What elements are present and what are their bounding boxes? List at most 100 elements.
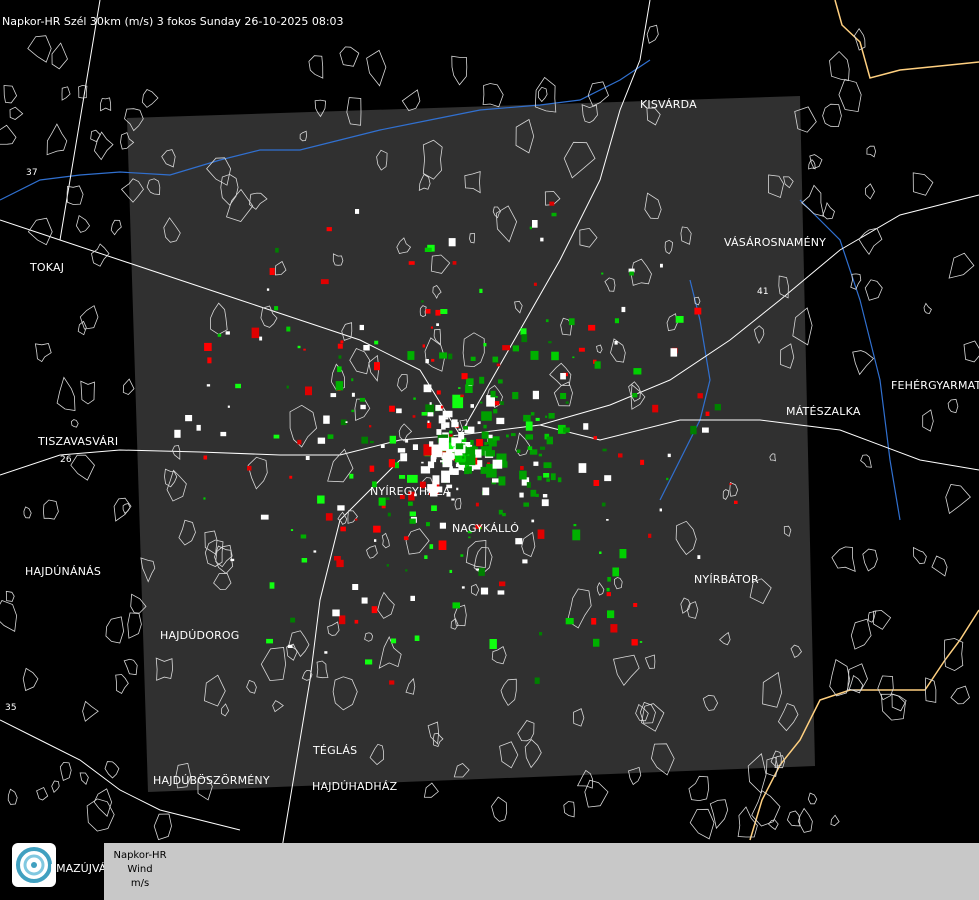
radar-echo [530,489,537,497]
radar-echo [421,300,424,303]
radar-echo [410,595,415,601]
radar-echo [340,340,344,344]
radar-echo [607,610,615,619]
radar-echo [690,425,697,435]
radar-echo [354,619,359,624]
radar-echo [436,323,439,326]
radar-echo [560,393,567,400]
radar-echo [359,397,366,402]
radar-echo [386,564,389,567]
legend-title-line3: m/s [130,878,150,889]
road-number-35: 35 [5,703,17,713]
radar-echo [499,581,506,587]
radar-echo [431,505,437,511]
radar-echo [480,587,489,595]
settlement-outline [34,343,52,363]
radar-echo [548,413,555,419]
settlement-outline [27,217,53,246]
radar-echo [543,462,552,469]
legend-title-line1: Napkor-HR [113,850,167,861]
radar-echo [563,427,570,433]
radar-echo [452,602,460,609]
radar-echo [527,446,533,450]
radar-echo [174,429,181,438]
city-label-hajdudorog: HAJDÚDOROG [160,629,240,642]
radar-echo [548,341,552,344]
radar-echo [423,384,432,393]
radar-echo [206,384,211,387]
settlement-outline [688,775,710,802]
radar-echo [494,401,500,406]
radar-echo [546,478,550,482]
radar-echo [565,618,574,625]
radar-echo [535,417,540,421]
radar-echo [531,519,535,523]
radar-echo [290,529,294,531]
radar-echo [324,651,328,654]
radar-echo [458,387,461,389]
settlement-outline [115,674,129,695]
radar-echo [387,512,391,517]
radar-echo [714,404,721,411]
radar-echo [326,227,332,232]
settlement-outline [912,546,927,565]
settlement-outline [646,24,659,44]
radar-echo [400,453,408,462]
settlement-outline [104,761,120,779]
settlement-outline [854,27,866,51]
radar-echo [425,359,429,364]
settlement-outline [948,252,975,279]
radar-echo [545,415,548,418]
radar-echo [560,373,566,380]
radar-echo [369,465,375,472]
city-label-mateszalka: MÁTÉSZALKA [786,405,861,418]
radar-echo [300,534,307,539]
settlement-outline [865,183,875,200]
radar-echo [734,500,738,504]
radar-echo [435,309,441,316]
radar-echo [498,476,506,486]
road-number-26: 26 [60,455,72,465]
radar-echo [462,456,465,459]
radar-echo [438,540,447,550]
settlement-outline [950,685,970,705]
settlement-outline [90,129,101,143]
radar-map[interactable]: -64-42-40-38-36-34-32-30-28-26-24-22-20-… [0,0,979,900]
radar-echo [470,404,474,408]
radar-echo [405,569,408,572]
radar-echo [492,459,503,469]
radar-echo [660,263,663,268]
radar-echo [619,549,627,559]
settlement-outline [423,782,439,798]
settlement-outline [23,506,32,519]
radar-echo [470,439,474,445]
settlement-outline [51,42,68,70]
radar-echo [355,209,360,214]
settlement-outline [822,201,835,220]
radar-echo [594,361,601,369]
radar-echo [449,569,453,573]
settlement-outline [46,123,68,156]
radar-echo [550,473,556,481]
radar-echo [230,558,235,562]
radar-echo [583,423,589,430]
settlement-outline [537,86,548,103]
radar-echo [345,421,348,423]
radar-echo [442,410,453,418]
radar-echo [516,449,521,453]
radar-echo [593,436,597,440]
radar-echo [349,473,354,479]
radar-echo [549,201,555,206]
radar-echo [572,356,575,359]
radar-echo [442,455,453,468]
settlement-outline [86,798,115,832]
radar-echo [301,558,308,563]
radar-echo [408,261,415,265]
radar-echo [455,443,464,450]
settlement-outline [563,801,575,818]
settlement-outline [79,772,89,786]
radar-echo [497,590,505,595]
radar-echo [351,409,355,413]
radar-echo [407,474,418,483]
radar-echo [354,518,358,521]
